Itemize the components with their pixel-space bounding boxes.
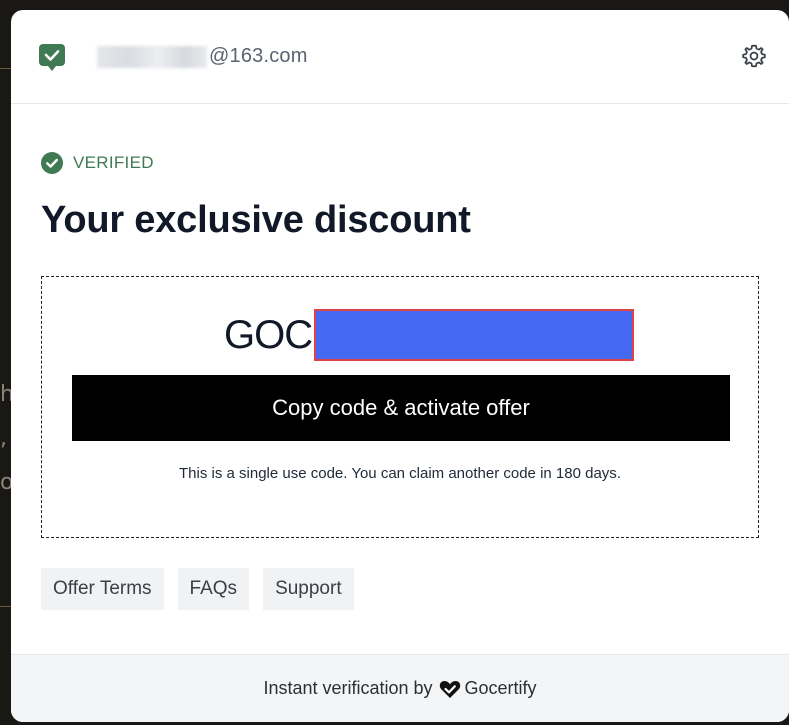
modal-footer: Instant verification by Gocertify: [11, 654, 789, 722]
status-label: VERIFIED: [73, 153, 154, 172]
code-prefix: GOC: [224, 312, 313, 357]
account-email: @163.com: [97, 45, 308, 68]
offer-terms-link[interactable]: Offer Terms: [41, 568, 164, 610]
discount-modal: @163.com VERIFIED Your exclusive discoun…: [11, 10, 789, 722]
copy-code-button[interactable]: Copy code & activate offer: [72, 375, 730, 441]
faqs-link[interactable]: FAQs: [177, 568, 250, 610]
status-badge: VERIFIED: [41, 151, 759, 175]
discount-code-panel: GOC Copy code & activate offer This is a…: [41, 276, 759, 538]
email-username-redacted: [97, 45, 207, 68]
discount-code[interactable]: GOC: [224, 309, 635, 361]
usage-note: This is a single use code. You can claim…: [179, 465, 621, 482]
email-domain: @163.com: [209, 45, 308, 67]
verified-mail-icon: [37, 42, 67, 72]
help-links: Offer Terms FAQs Support: [41, 568, 759, 610]
modal-header: @163.com: [11, 10, 789, 104]
modal-body: VERIFIED Your exclusive discount GOC Cop…: [11, 151, 789, 610]
page-title: Your exclusive discount: [41, 199, 471, 241]
gear-icon[interactable]: [741, 43, 767, 69]
code-redacted: [314, 309, 635, 361]
footer-brand[interactable]: Gocertify: [465, 678, 537, 699]
support-link[interactable]: Support: [263, 568, 354, 610]
check-circle-icon: [41, 152, 63, 174]
gocertify-logo-icon: [439, 679, 461, 699]
background-text: ,: [0, 426, 7, 451]
footer-text: Instant verification by: [263, 678, 433, 698]
